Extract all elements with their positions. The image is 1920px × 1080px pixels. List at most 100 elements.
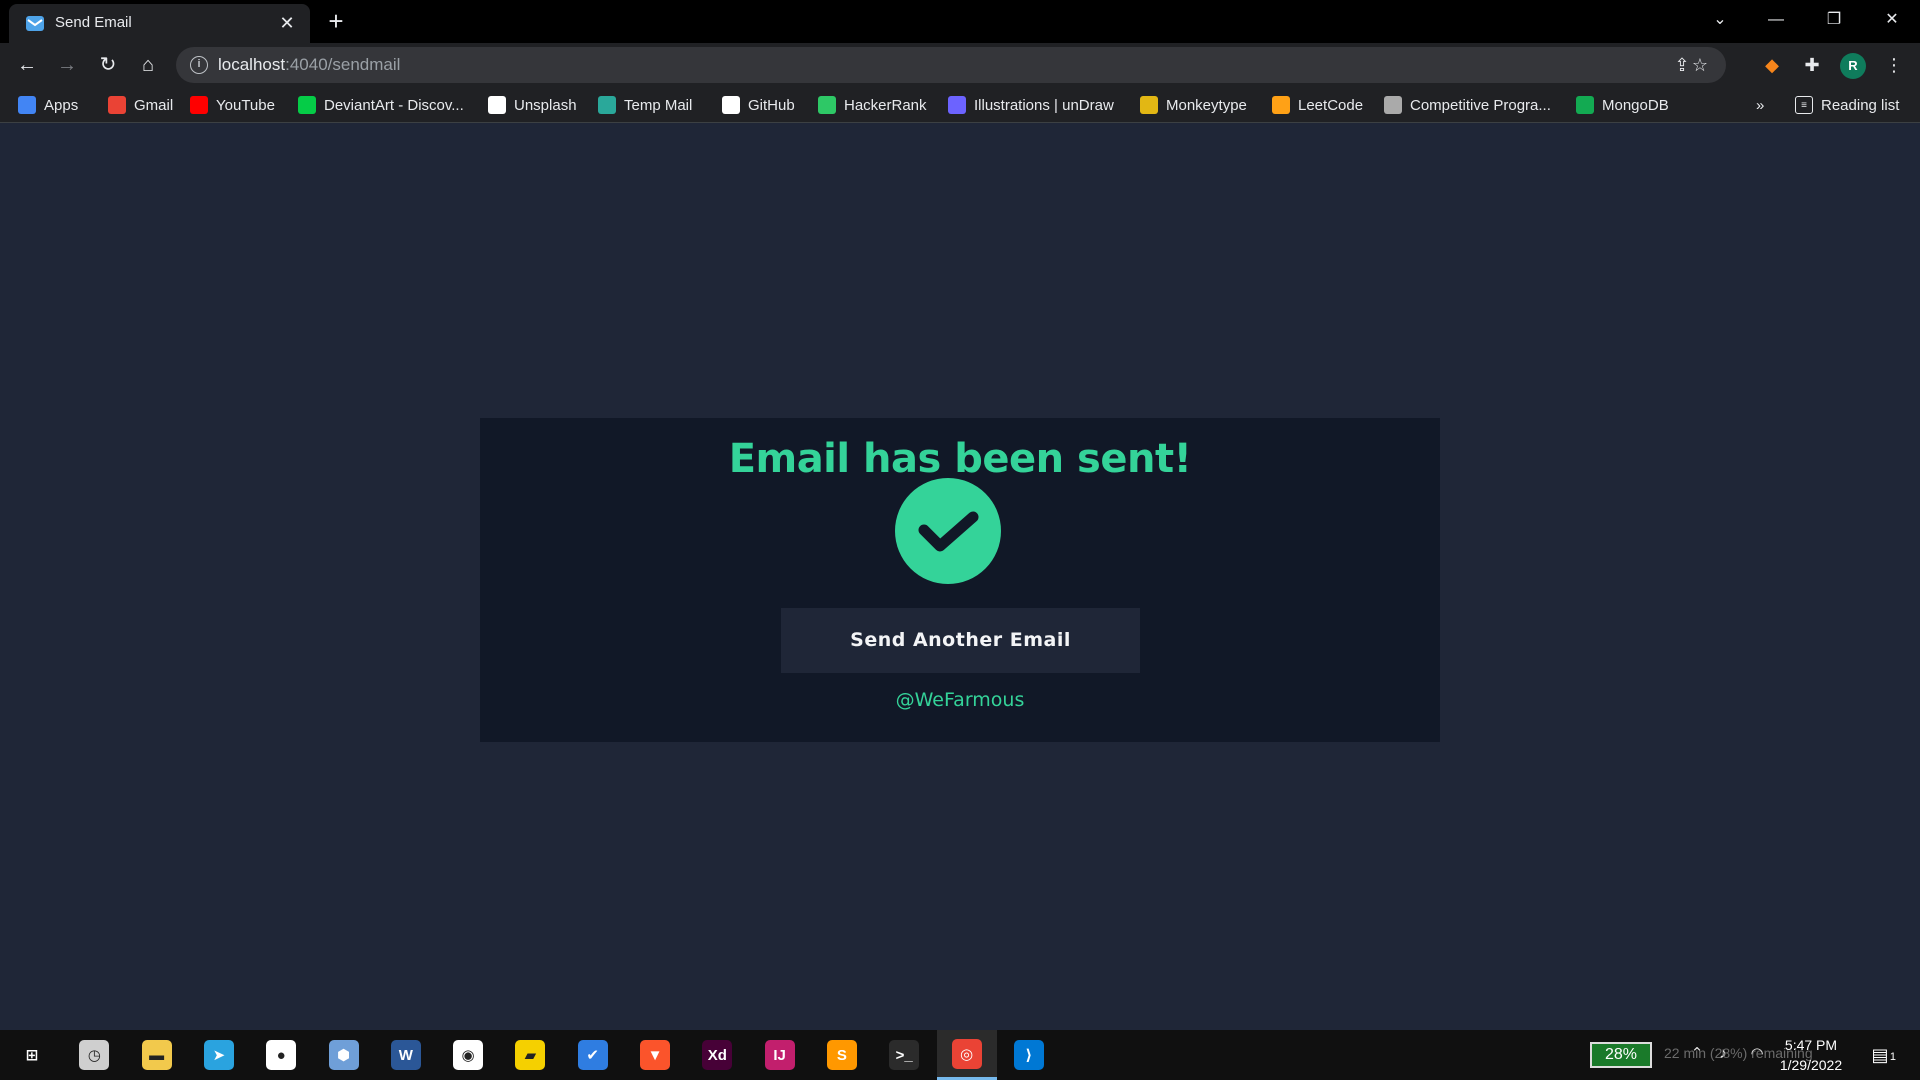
browser-tab-send-email[interactable]: Send Email ✕ — [9, 4, 310, 43]
bookmark-label: Temp Mail — [624, 96, 693, 114]
tray-chevron-icon[interactable]: ⌃ — [1686, 1043, 1708, 1065]
bookmark-apps-grid[interactable]: Apps — [18, 94, 78, 116]
restore-icon[interactable]: ❐ — [1814, 6, 1854, 34]
clock-date: 1/29/2022 — [1779, 1057, 1843, 1073]
new-tab-button[interactable]: + — [322, 8, 350, 36]
unsplash-icon — [488, 96, 506, 114]
gmail-icon — [108, 96, 126, 114]
chrome-menu-icon[interactable]: ⋮ — [1880, 51, 1908, 79]
sticky-notes-icon: ▰ — [515, 1040, 546, 1070]
bookmark-label: HackerRank — [844, 96, 927, 114]
taskbar-app-start-button[interactable]: ⊞ — [2, 1030, 62, 1080]
taskbar-app-sublime[interactable]: S — [812, 1030, 872, 1080]
extensions-puzzle-icon[interactable]: ✚ — [1798, 51, 1826, 79]
back-icon[interactable]: ← — [13, 51, 41, 79]
close-window-icon[interactable]: ✕ — [1872, 6, 1912, 34]
taskbar-app-intellij[interactable]: IJ — [750, 1030, 810, 1080]
hackerrank-icon — [818, 96, 836, 114]
cortana-icon: ◉ — [453, 1040, 484, 1070]
bookmark-label: YouTube — [216, 96, 275, 114]
bookmark-github[interactable]: GitHub — [722, 94, 795, 116]
leetcode-icon — [1272, 96, 1290, 114]
bookmark-leetcode[interactable]: LeetCode — [1272, 94, 1363, 116]
telegram-icon: ➤ — [203, 1040, 234, 1070]
bookmark-unsplash[interactable]: Unsplash — [488, 94, 577, 116]
bookmark-label: Monkeytype — [1166, 96, 1247, 114]
bookmark-deviantart[interactable]: DeviantArt - Discov... — [298, 94, 464, 116]
clock-time: 5:47 PM — [1784, 1037, 1838, 1053]
wifi-icon[interactable]: ◠ — [1746, 1043, 1768, 1065]
forward-icon[interactable]: → — [53, 51, 81, 79]
bookmark-label: LeetCode — [1298, 96, 1364, 114]
bookmark-undraw[interactable]: Illustrations | unDraw — [948, 94, 1114, 116]
taskbar-app-telegram[interactable]: ➤ — [189, 1030, 249, 1080]
clock-app-icon: ◷ — [79, 1040, 110, 1070]
battery-indicator[interactable]: 28% — [1590, 1042, 1652, 1068]
notification-count: 1 — [1889, 1051, 1896, 1063]
volume-icon[interactable]: ♪ — [1712, 1043, 1734, 1065]
taskbar-app-word[interactable]: W — [376, 1030, 436, 1080]
bookmarks-overflow-button[interactable]: » — [1756, 94, 1764, 116]
taskbar-app-mongodb-compass[interactable]: ● — [251, 1030, 311, 1080]
close-tab-icon[interactable]: ✕ — [276, 12, 298, 34]
reload-icon[interactable]: ↻ — [94, 51, 122, 79]
bookmark-label: GitHub — [748, 96, 795, 114]
bookmark-monkeytype[interactable]: Monkeytype — [1140, 94, 1247, 116]
taskbar-app-cortana[interactable]: ◉ — [438, 1030, 498, 1080]
site-info-icon[interactable]: i — [190, 56, 208, 74]
taskbar-app-todo[interactable]: ✔ — [563, 1030, 623, 1080]
taskbar-clock[interactable]: 5:47 PM 1/29/2022 — [1776, 1035, 1846, 1075]
home-icon[interactable]: ⌂ — [134, 51, 162, 79]
profile-avatar[interactable]: R — [1840, 53, 1866, 79]
address-bar[interactable]: i localhost:4040/sendmail ⇪ ☆ — [176, 47, 1726, 83]
bookmark-cc[interactable]: Competitive Progra... — [1384, 94, 1551, 116]
sublime-icon: S — [826, 1040, 857, 1070]
reading-list-icon: ≡ — [1795, 96, 1813, 114]
bookmark-label: Competitive Progra... — [1410, 96, 1551, 114]
apps-grid-icon — [18, 96, 36, 114]
chrome-icon: ◎ — [951, 1038, 982, 1069]
intellij-icon: IJ — [764, 1040, 795, 1070]
taskbar-app-virtualbox[interactable]: ⬢ — [314, 1030, 374, 1080]
tempmail-icon — [598, 96, 616, 114]
confirmation-card: Email has been sent! Send Another Email … — [480, 418, 1440, 742]
bookmark-tempmail[interactable]: Temp Mail — [598, 94, 692, 116]
taskbar-app-brave[interactable]: ▼ — [625, 1030, 685, 1080]
browser-toolbar: ← → ↻ ⌂ i localhost:4040/sendmail ⇪ ☆ ◆ … — [0, 43, 1920, 87]
mail-favicon-icon — [26, 16, 44, 31]
taskbar-app-chrome[interactable]: ◎ — [936, 1030, 997, 1080]
undraw-icon — [948, 96, 966, 114]
bookmark-label: DeviantArt - Discov... — [324, 96, 464, 114]
bookmark-mongodb[interactable]: MongoDB — [1576, 94, 1669, 116]
taskbar-app-clock-app[interactable]: ◷ — [64, 1030, 124, 1080]
mongodb-compass-icon: ● — [266, 1040, 297, 1070]
virtualbox-icon: ⬢ — [328, 1040, 359, 1070]
bookmark-star-icon[interactable]: ☆ — [1688, 53, 1712, 77]
bookmark-gmail[interactable]: Gmail — [108, 94, 173, 116]
taskbar-app-adobe-xd[interactable]: Xd — [687, 1030, 747, 1080]
start-button: ⊞ — [25, 1047, 39, 1064]
taskbar-app-vscode[interactable]: ⟩ — [999, 1030, 1059, 1080]
taskbar-app-terminal[interactable]: >_ — [874, 1030, 934, 1080]
minimize-icon[interactable]: — — [1756, 6, 1796, 34]
github-icon — [722, 96, 740, 114]
send-another-email-button[interactable]: Send Another Email — [781, 608, 1140, 673]
notification-center-icon[interactable]: ▤ 1 — [1866, 1042, 1896, 1068]
word-icon: W — [390, 1040, 421, 1070]
reading-list-button[interactable]: ≡ Reading list — [1795, 94, 1899, 116]
bookmark-youtube[interactable]: YouTube — [190, 94, 275, 116]
success-check-icon — [895, 478, 1001, 584]
taskbar-app-sticky-notes[interactable]: ▰ — [500, 1030, 560, 1080]
vscode-icon: ⟩ — [1013, 1040, 1044, 1070]
bookmark-label: Gmail — [134, 96, 174, 114]
url-text[interactable]: localhost:4040/sendmail — [218, 55, 400, 75]
taskbar-app-file-explorer[interactable]: ▬ — [127, 1030, 187, 1080]
bookmark-hackerrank[interactable]: HackerRank — [818, 94, 927, 116]
todo-icon: ✔ — [577, 1040, 608, 1070]
youtube-icon — [190, 96, 208, 114]
terminal-icon: >_ — [889, 1040, 920, 1070]
tab-search-icon[interactable]: ⌄ — [1700, 6, 1740, 34]
metamask-extension-icon[interactable]: ◆ — [1758, 51, 1786, 79]
tab-title: Send Email — [55, 14, 132, 31]
reading-list-label: Reading list — [1821, 96, 1900, 114]
